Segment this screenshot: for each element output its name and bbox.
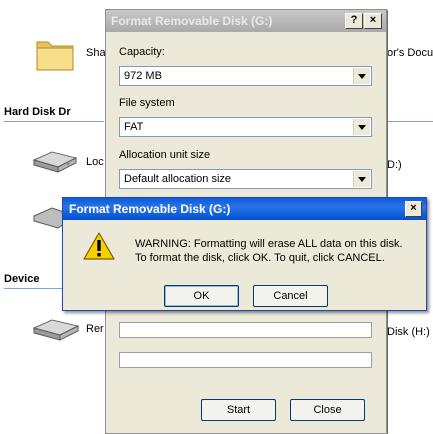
removable-disk-h-label[interactable]: Disk (H:) <box>387 326 430 338</box>
warning-dialog: Format Removable Disk (G:) × WARNING: Fo… <box>62 197 427 311</box>
removable-drive-icon <box>32 319 80 341</box>
close-button[interactable]: Close <box>290 399 365 421</box>
local-disk-label[interactable]: Loc <box>86 156 104 168</box>
progress-bar <box>119 322 372 338</box>
capacity-value: 972 MB <box>124 70 162 82</box>
hard-drive-icon <box>32 151 78 173</box>
allocation-label: Allocation unit size <box>119 149 211 161</box>
hard-drive-icon <box>33 207 64 229</box>
cancel-button[interactable]: Cancel <box>253 285 328 307</box>
section-divider <box>4 121 104 122</box>
drive-item-partial[interactable] <box>30 206 64 230</box>
close-icon[interactable]: × <box>364 13 382 29</box>
capacity-select[interactable]: 972 MB <box>119 66 372 86</box>
shared-documents-label[interactable]: Sha <box>86 47 106 59</box>
warning-message-line1: WARNING: Formatting will erase ALL data … <box>135 238 403 250</box>
filesystem-value: FAT <box>124 121 144 133</box>
ok-button[interactable]: OK <box>164 285 239 307</box>
warning-message-line2: To format the disk, click OK. To quit, c… <box>135 252 385 264</box>
capacity-label: Capacity: <box>119 46 165 58</box>
chevron-down-icon[interactable] <box>353 68 370 84</box>
warning-icon <box>83 232 115 260</box>
progress-bar <box>119 352 372 368</box>
removable-disk-item[interactable] <box>30 318 82 342</box>
chevron-down-icon[interactable] <box>353 119 370 135</box>
warning-dialog-titlebar[interactable]: Format Removable Disk (G:) <box>63 198 426 220</box>
filesystem-label: File system <box>119 97 175 109</box>
section-divider <box>4 288 64 289</box>
owner-documents-label[interactable]: or's Docu <box>387 47 433 59</box>
section-divider <box>386 121 433 122</box>
filesystem-select[interactable]: FAT <box>119 117 372 137</box>
removable-disk-label[interactable]: Rer <box>86 323 104 335</box>
allocation-select[interactable]: Default allocation size <box>119 169 372 189</box>
local-disk-d-label[interactable]: D:) <box>387 159 402 171</box>
shared-documents-item[interactable] <box>34 34 76 74</box>
allocation-value: Default allocation size <box>124 173 232 185</box>
start-button[interactable]: Start <box>201 399 276 421</box>
format-dialog-titlebar[interactable]: Format Removable Disk (G:) <box>106 10 386 32</box>
hard-disk-drives-header: Hard Disk Dr <box>4 106 71 118</box>
local-disk-item[interactable] <box>30 150 80 174</box>
folder-icon <box>36 41 74 71</box>
close-icon[interactable]: × <box>405 201 422 217</box>
devices-header: Device <box>4 273 40 285</box>
warning-dialog-title: Format Removable Disk (G:) <box>69 202 231 216</box>
format-dialog-title: Format Removable Disk (G:) <box>111 14 273 28</box>
help-button[interactable]: ? <box>345 13 363 29</box>
chevron-down-icon[interactable] <box>353 171 370 187</box>
